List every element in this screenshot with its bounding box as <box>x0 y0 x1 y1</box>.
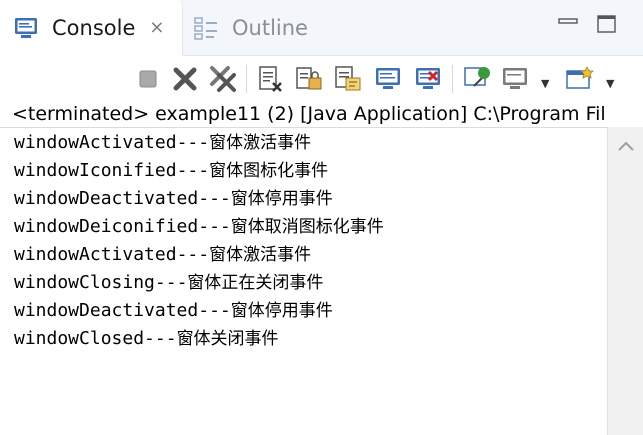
remove-all-terminated-icon[interactable] <box>208 64 238 94</box>
clear-console-icon[interactable] <box>255 64 285 94</box>
tab-console-label: Console <box>52 16 136 40</box>
event-name: windowClosing <box>14 272 155 293</box>
event-name: windowDeiconified <box>14 216 199 237</box>
separator: --- <box>198 300 231 321</box>
maximize-icon[interactable] <box>596 14 618 34</box>
event-name: windowActivated <box>14 132 177 153</box>
event-name: windowActivated <box>14 244 177 265</box>
process-status: <terminated> example11 (2) [Java Applica… <box>0 101 643 127</box>
pin-console-icon[interactable] <box>462 64 492 94</box>
event-description: 窗体关闭事件 <box>176 329 279 349</box>
console-toolbar: ▼ ▼ <box>0 57 643 101</box>
chevron-down-icon[interactable]: ▼ <box>606 77 614 90</box>
separator: --- <box>198 188 231 209</box>
console-line: windowDeiconified---窗体取消图标化事件 <box>14 213 384 241</box>
console-output[interactable]: windowActivated---窗体激活事件 windowIconified… <box>0 127 607 435</box>
console-line: windowActivated---窗体激活事件 <box>14 241 311 269</box>
event-description: 窗体激活事件 <box>209 133 312 153</box>
event-description: 窗体正在关闭事件 <box>187 273 324 293</box>
console-line: windowIconified---窗体图标化事件 <box>14 157 328 185</box>
console-line: windowDeactivated---窗体停用事件 <box>14 297 333 325</box>
event-description: 窗体图标化事件 <box>209 161 329 181</box>
separator: --- <box>154 272 188 293</box>
separator: --- <box>176 132 210 153</box>
open-console-icon[interactable] <box>564 64 594 94</box>
separator: --- <box>176 244 210 265</box>
event-description: 窗体取消图标化事件 <box>230 217 384 237</box>
tab-console[interactable]: Console ⨯ <box>0 0 183 56</box>
scroll-lock-icon[interactable] <box>294 64 324 94</box>
toolbar-separator <box>452 65 453 93</box>
show-on-stdout-icon[interactable] <box>373 64 403 94</box>
event-name: windowIconified <box>14 160 177 181</box>
chevron-down-icon[interactable]: ▼ <box>541 77 549 90</box>
remove-launch-icon[interactable] <box>170 64 200 94</box>
toolbar-separator <box>246 65 247 93</box>
event-description: 窗体停用事件 <box>230 189 333 209</box>
event-description: 窗体停用事件 <box>230 301 333 321</box>
tab-outline-label: Outline <box>232 16 308 40</box>
close-tab-icon[interactable]: ⨯ <box>149 19 164 37</box>
tab-outline[interactable]: Outline <box>192 0 332 56</box>
outline-icon <box>194 16 218 40</box>
console-line: windowClosed---窗体关闭事件 <box>14 325 279 353</box>
show-on-stderr-icon[interactable] <box>413 64 443 94</box>
terminate-icon[interactable] <box>133 64 163 94</box>
minimize-icon[interactable] <box>557 14 579 34</box>
event-description: 窗体激活事件 <box>209 245 312 265</box>
separator: --- <box>198 216 231 237</box>
separator: --- <box>144 328 177 349</box>
event-name: windowClosed <box>14 328 145 349</box>
console-line: windowClosing---窗体正在关闭事件 <box>14 269 323 297</box>
view-tab-bar: Console ⨯ Outline <box>0 0 643 56</box>
event-name: windowDeactivated <box>14 300 199 321</box>
display-console-icon[interactable] <box>500 64 530 94</box>
scroll-up-icon[interactable] <box>617 137 635 151</box>
console-line: windowDeactivated---窗体停用事件 <box>14 185 333 213</box>
event-name: windowDeactivated <box>14 188 199 209</box>
console-line: windowActivated---窗体激活事件 <box>14 129 311 157</box>
console-icon <box>14 16 38 40</box>
separator: --- <box>176 160 210 181</box>
vertical-scrollbar[interactable] <box>607 127 643 435</box>
word-wrap-icon[interactable] <box>333 64 363 94</box>
